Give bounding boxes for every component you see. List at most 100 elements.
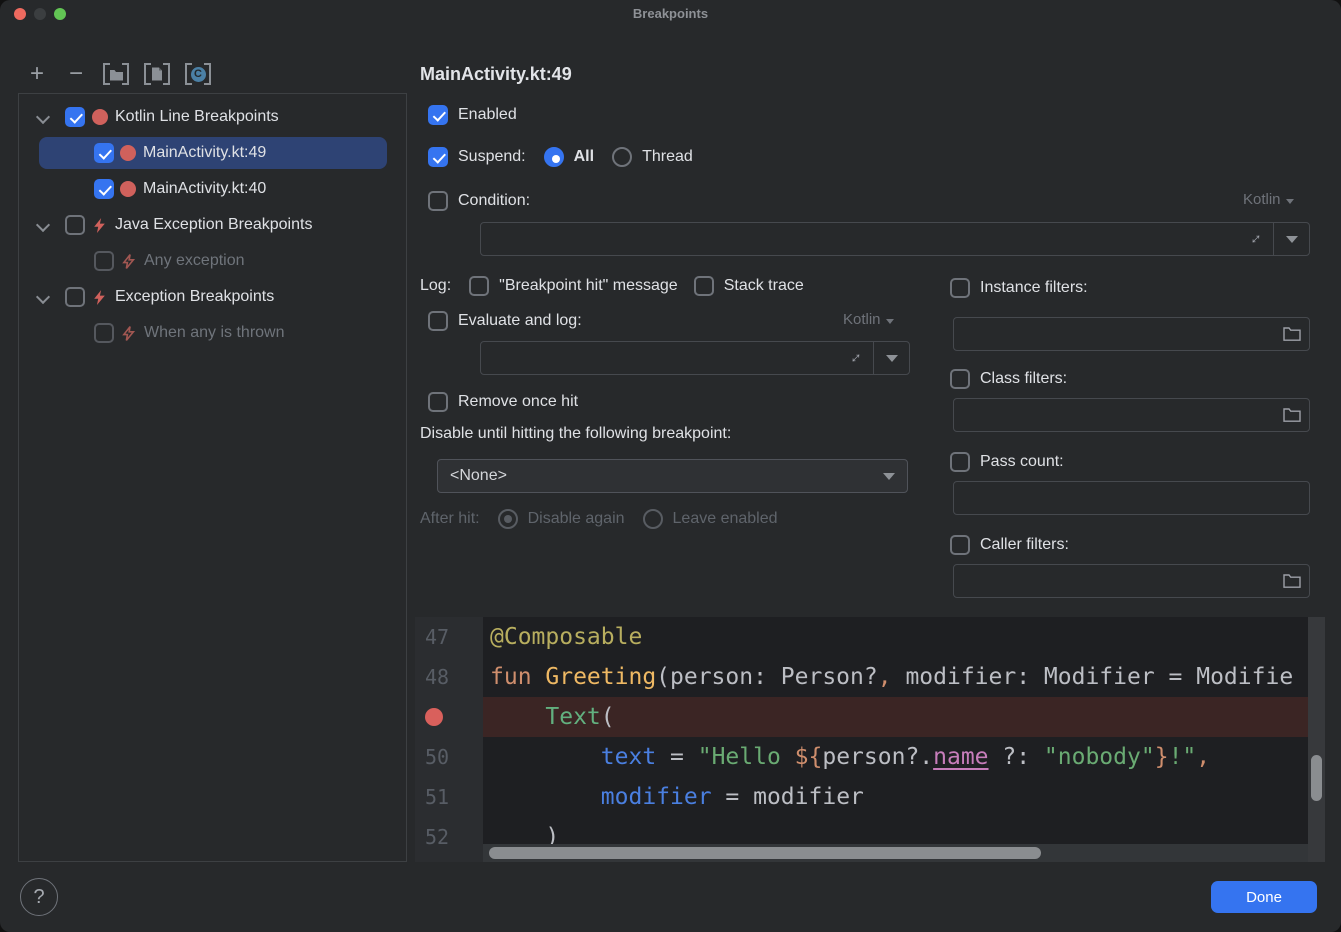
condition-language-selector[interactable]: Kotlin <box>1243 191 1294 208</box>
stack-trace-checkbox[interactable] <box>694 276 714 296</box>
evaluate-checkbox[interactable] <box>428 311 448 331</box>
condition-checkbox[interactable] <box>428 191 448 211</box>
instance-filters-row: Instance filters: <box>950 276 1088 300</box>
stack-trace-label[interactable]: Stack trace <box>724 277 804 295</box>
suspend-label[interactable]: Suspend: <box>458 148 526 166</box>
breakpoint-dot-icon[interactable] <box>425 708 443 726</box>
browse-folder-icon[interactable] <box>1283 573 1301 588</box>
help-label: ? <box>33 886 44 909</box>
browse-folder-icon[interactable] <box>1283 326 1301 341</box>
group-by-class-icon[interactable]: C <box>185 63 211 85</box>
group-checkbox[interactable] <box>65 107 85 127</box>
pass-count-label[interactable]: Pass count: <box>980 453 1064 471</box>
expand-editor-icon[interactable]: ↔ <box>843 345 867 369</box>
condition-history-dropdown[interactable] <box>1273 223 1309 255</box>
group-by-package-icon[interactable] <box>144 63 170 85</box>
log-label: Log: <box>420 277 451 295</box>
add-breakpoint-button[interactable]: + <box>25 62 49 86</box>
disable-until-label: Disable until hitting the following brea… <box>420 422 731 446</box>
code-text: @Composable <box>483 617 1325 657</box>
suspend-thread-radio[interactable] <box>612 147 632 167</box>
tree-group-label[interactable]: Exception Breakpoints <box>115 288 274 306</box>
suspend-thread-label[interactable]: Thread <box>642 148 693 166</box>
class-filters-field <box>953 398 1310 432</box>
group-by-file-icon[interactable] <box>103 63 129 85</box>
tree-item-label[interactable]: MainActivity.kt:40 <box>143 180 266 198</box>
disable-until-combobox[interactable]: <None> <box>437 459 908 493</box>
group-checkbox[interactable] <box>65 287 85 307</box>
caller-filters-input[interactable] <box>962 565 1275 597</box>
caller-filters-label[interactable]: Caller filters: <box>980 536 1069 554</box>
horizontal-scrollbar[interactable] <box>483 844 1308 862</box>
remove-once-hit-label[interactable]: Remove once hit <box>458 393 578 411</box>
line-number: 50 <box>415 737 483 777</box>
remove-once-hit-checkbox[interactable] <box>428 392 448 412</box>
gutter-breakpoint-cell[interactable] <box>415 697 483 737</box>
tree-group-java-exception[interactable]: Java Exception Breakpoints <box>19 207 406 243</box>
chevron-down-icon[interactable] <box>36 219 49 232</box>
group-checkbox[interactable] <box>65 215 85 235</box>
vertical-scrollbar-thumb[interactable] <box>1311 755 1322 801</box>
remove-breakpoint-button[interactable]: − <box>64 62 88 86</box>
tree-group-label[interactable]: Kotlin Line Breakpoints <box>115 108 279 126</box>
tree-item-mainactivity-49[interactable]: MainActivity.kt:49 <box>19 135 406 171</box>
class-filters-checkbox[interactable] <box>950 369 970 389</box>
tree-item-label[interactable]: MainActivity.kt:49 <box>143 144 266 162</box>
item-checkbox[interactable] <box>94 179 114 199</box>
exception-bolt-icon <box>91 289 108 306</box>
instance-filters-checkbox[interactable] <box>950 278 970 298</box>
code-preview: 47@Composable48fun Greeting(person: Pers… <box>415 617 1325 862</box>
evaluate-row: Evaluate and log: <box>428 309 582 333</box>
code-line: 48fun Greeting(person: Person?, modifier… <box>415 657 1325 697</box>
chevron-down-icon[interactable] <box>36 111 49 124</box>
caller-filters-row: Caller filters: <box>950 533 1069 557</box>
tree-toolbar: + − C <box>25 60 211 88</box>
leave-enabled-radio[interactable] <box>643 509 663 529</box>
expand-editor-icon[interactable]: ↔ <box>1243 226 1267 250</box>
suspend-checkbox[interactable] <box>428 147 448 167</box>
suspend-all-radio[interactable] <box>544 147 564 167</box>
item-checkbox[interactable] <box>94 323 114 343</box>
evaluate-language-selector[interactable]: Kotlin <box>843 311 894 328</box>
condition-label[interactable]: Condition: <box>458 192 530 210</box>
leave-enabled-label: Leave enabled <box>673 510 778 528</box>
tree-item-when-any-thrown[interactable]: When any is thrown <box>19 315 406 351</box>
item-checkbox[interactable] <box>94 251 114 271</box>
line-number: 47 <box>415 617 483 657</box>
instance-filters-input[interactable] <box>962 318 1275 350</box>
help-button[interactable]: ? <box>20 878 58 916</box>
tree-item-any-exception[interactable]: Any exception <box>19 243 406 279</box>
browse-folder-icon[interactable] <box>1283 407 1301 422</box>
pass-count-checkbox[interactable] <box>950 452 970 472</box>
caller-filters-field <box>953 564 1310 598</box>
suspend-row: Suspend: All Thread <box>428 145 693 169</box>
vertical-scrollbar[interactable] <box>1308 617 1325 862</box>
chevron-down-icon[interactable] <box>36 291 49 304</box>
enabled-label[interactable]: Enabled <box>458 106 517 124</box>
class-filters-input[interactable] <box>962 399 1275 431</box>
evaluate-input[interactable] <box>489 342 825 374</box>
enabled-checkbox[interactable] <box>428 105 448 125</box>
horizontal-scrollbar-thumb[interactable] <box>489 847 1041 859</box>
suspend-all-label[interactable]: All <box>574 148 594 166</box>
item-checkbox[interactable] <box>94 143 114 163</box>
class-filters-label[interactable]: Class filters: <box>980 370 1067 388</box>
done-button[interactable]: Done <box>1211 881 1317 913</box>
line-number: 48 <box>415 657 483 697</box>
condition-input[interactable] <box>489 223 1225 255</box>
tree-group-label[interactable]: Java Exception Breakpoints <box>115 216 312 234</box>
evaluate-history-dropdown[interactable] <box>873 342 909 374</box>
tree-group-exception[interactable]: Exception Breakpoints <box>19 279 406 315</box>
tree-item-label[interactable]: Any exception <box>144 252 245 270</box>
instance-filters-label[interactable]: Instance filters: <box>980 279 1088 297</box>
pass-count-input[interactable] <box>962 482 1275 514</box>
disable-again-radio[interactable] <box>498 509 518 529</box>
caller-filters-checkbox[interactable] <box>950 535 970 555</box>
tree-item-label[interactable]: When any is thrown <box>144 324 285 342</box>
evaluate-label[interactable]: Evaluate and log: <box>458 312 582 330</box>
tree-item-mainactivity-40[interactable]: MainActivity.kt:40 <box>19 171 406 207</box>
tree-group-kotlin-line[interactable]: Kotlin Line Breakpoints <box>19 99 406 135</box>
after-hit-label: After hit: <box>420 510 480 528</box>
breakpoint-hit-message-checkbox[interactable] <box>469 276 489 296</box>
breakpoint-hit-message-label[interactable]: "Breakpoint hit" message <box>499 277 678 295</box>
